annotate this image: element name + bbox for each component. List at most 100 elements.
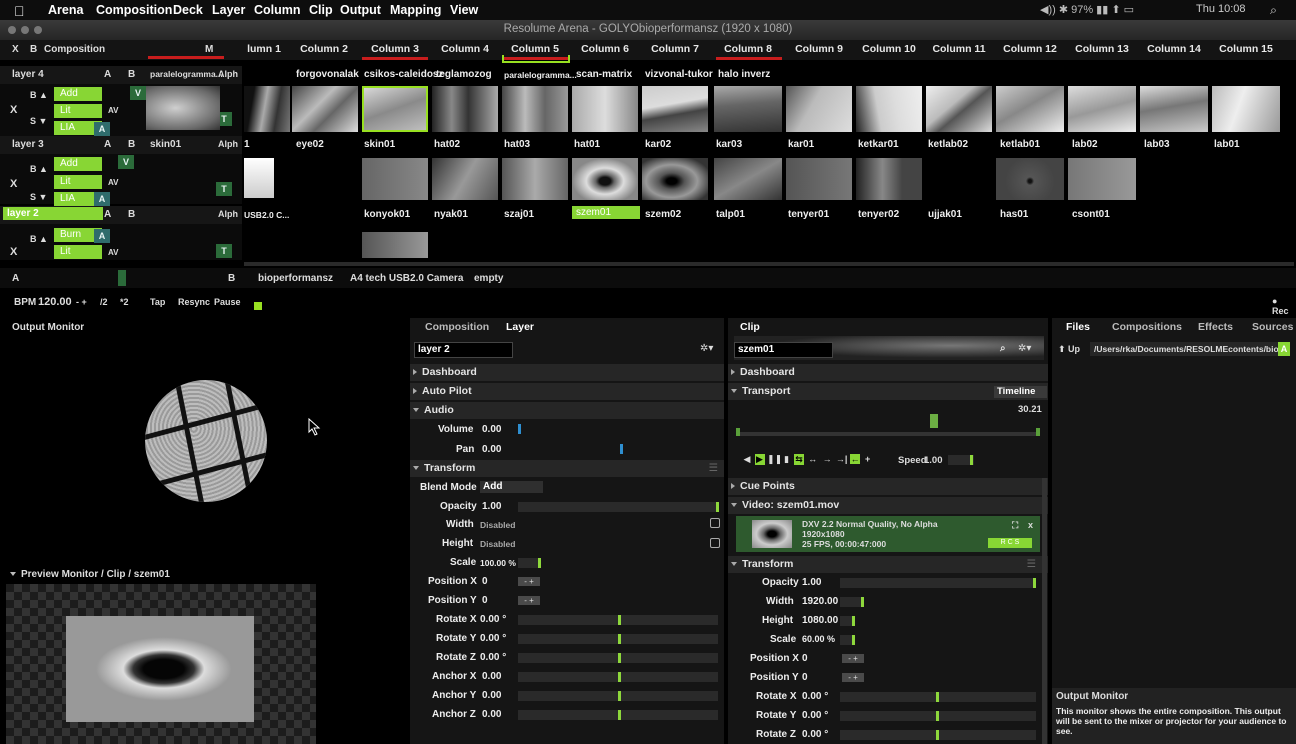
- opacity-slider[interactable]: [518, 502, 718, 512]
- column-header[interactable]: Column 11: [924, 40, 994, 60]
- clip-thumb[interactable]: [996, 158, 1064, 200]
- param-value[interactable]: 0.00 °: [480, 652, 506, 663]
- column-header[interactable]: Column 13: [1066, 40, 1138, 60]
- section-audio[interactable]: Audio: [410, 402, 724, 419]
- clip-thumb[interactable]: [786, 158, 852, 200]
- clip-label[interactable]: kar01: [788, 139, 814, 150]
- up-button[interactable]: ⬆ Up: [1058, 344, 1080, 355]
- rcs-buttons[interactable]: R C S: [988, 538, 1032, 548]
- tab-effects[interactable]: Effects: [1198, 321, 1233, 333]
- a-button[interactable]: A: [94, 229, 110, 243]
- param-value[interactable]: 0: [802, 672, 808, 683]
- layer-s-toggle[interactable]: S ▼: [30, 116, 47, 126]
- clip-label[interactable]: kar03: [716, 139, 742, 150]
- param-value[interactable]: 100.00 %: [480, 558, 516, 568]
- section-autopilot[interactable]: Auto Pilot: [410, 383, 724, 400]
- clip-label[interactable]: hat03: [504, 139, 530, 150]
- eye-thumb[interactable]: [642, 158, 708, 200]
- clip-label[interactable]: has01: [1000, 209, 1028, 220]
- deck-tab[interactable]: A4 tech USB2.0 Camera: [350, 273, 463, 284]
- deck-tab[interactable]: empty: [474, 273, 503, 284]
- position-x-stepper[interactable]: - +: [842, 654, 864, 663]
- column-header[interactable]: Column 2: [290, 40, 358, 60]
- transport-controls[interactable]: ◀ ▶ ❚❚ ▮ ⇆ ↔ → →| ← +: [742, 454, 873, 465]
- section-cue-points[interactable]: Cue Points: [728, 478, 1048, 495]
- layer-b-button[interactable]: B: [128, 209, 135, 220]
- param-value[interactable]: 0.00: [482, 444, 501, 455]
- clip-label-active[interactable]: szem01: [572, 206, 640, 219]
- clip-thumb[interactable]: [362, 232, 428, 258]
- clip-label[interactable]: csikos-caleidosz: [364, 69, 443, 80]
- slider-knob[interactable]: [936, 730, 939, 740]
- param-value[interactable]: 60.00 %: [802, 634, 835, 644]
- param-value[interactable]: 0.00: [482, 709, 501, 720]
- clip-label[interactable]: kar02: [645, 139, 671, 150]
- timeline-select[interactable]: Timeline: [994, 386, 1047, 398]
- slider-knob[interactable]: [618, 691, 621, 701]
- slider-knob[interactable]: [618, 653, 621, 663]
- height-checkbox[interactable]: [710, 538, 720, 548]
- clip-thumb[interactable]: [856, 86, 922, 132]
- tab-clip[interactable]: Clip: [740, 321, 760, 333]
- clip-label[interactable]: eye02: [296, 139, 324, 150]
- clip-thumb[interactable]: [244, 86, 290, 132]
- clip-thumb[interactable]: [786, 86, 852, 132]
- crossfader-b[interactable]: B: [228, 273, 235, 284]
- clip-thumb[interactable]: [1140, 86, 1208, 132]
- clip-label[interactable]: halo inverz: [718, 69, 770, 80]
- clip-label[interactable]: forgovonalak: [296, 69, 359, 80]
- menu-output[interactable]: Output: [340, 3, 381, 17]
- tab-compositions[interactable]: Compositions: [1112, 321, 1182, 333]
- column-header[interactable]: Column 9: [784, 40, 854, 60]
- param-value[interactable]: 1920.00: [802, 596, 838, 607]
- column-header[interactable]: Column 4: [430, 40, 500, 60]
- param-value[interactable]: 0: [482, 595, 488, 606]
- position-y-stepper[interactable]: - +: [518, 596, 540, 605]
- param-value[interactable]: 0.00 °: [480, 614, 506, 625]
- preview-monitor-view[interactable]: [66, 616, 254, 722]
- menu-view[interactable]: View: [450, 3, 478, 17]
- bpm-nudge[interactable]: - +: [76, 297, 87, 307]
- layer-b-toggle[interactable]: B ▲: [30, 164, 48, 174]
- layer-b-button[interactable]: B: [128, 69, 135, 80]
- param-value[interactable]: 0.00 °: [480, 633, 506, 644]
- layer-alpha[interactable]: Alph: [218, 209, 238, 219]
- clip-label[interactable]: szem02: [645, 209, 681, 220]
- layer-x-button[interactable]: X: [10, 246, 17, 258]
- param-value[interactable]: 1.00: [482, 501, 501, 512]
- clip-gear-icon[interactable]: ✲▾: [1018, 343, 1031, 354]
- clip-thumb[interactable]: [996, 86, 1064, 132]
- param-value[interactable]: 0.00 °: [802, 729, 828, 740]
- horizontal-scrollbar[interactable]: [244, 262, 1294, 266]
- clip-label[interactable]: ketkar01: [858, 139, 899, 150]
- a-button[interactable]: A: [94, 192, 110, 206]
- spotlight-icon[interactable]: ⌕: [1270, 3, 1277, 18]
- pan-slider[interactable]: [620, 444, 623, 454]
- clip-label[interactable]: vizvonal-tukor: [645, 69, 713, 80]
- clip-label[interactable]: tenyer02: [858, 209, 899, 220]
- layer-x-button[interactable]: X: [10, 104, 17, 116]
- clip-label[interactable]: paralelogramma...: [504, 70, 577, 80]
- v-button[interactable]: V: [130, 86, 146, 100]
- column-header[interactable]: Column 12: [994, 40, 1066, 60]
- auto-button[interactable]: A: [1278, 342, 1290, 356]
- clip-label[interactable]: hat02: [434, 139, 460, 150]
- camera-thumb[interactable]: [244, 158, 274, 198]
- clip-thumb[interactable]: [572, 86, 638, 132]
- clip-label[interactable]: scan-matrix: [576, 69, 632, 80]
- param-value[interactable]: 0.00: [482, 690, 501, 701]
- slider-knob[interactable]: [618, 615, 621, 625]
- blend-mode-button[interactable]: Add: [54, 157, 102, 171]
- layer-a-button[interactable]: A: [104, 139, 111, 150]
- slider-knob[interactable]: [716, 502, 719, 512]
- lit-button[interactable]: Lit: [54, 175, 102, 189]
- column-header[interactable]: Column 7: [640, 40, 710, 60]
- clip-label[interactable]: csont01: [1072, 209, 1110, 220]
- menu-clip[interactable]: Clip: [309, 3, 333, 17]
- param-value[interactable]: 0.00 °: [802, 710, 828, 721]
- bpm-value[interactable]: 120.00: [38, 296, 72, 308]
- layer-gear-icon[interactable]: ✲▾: [700, 343, 713, 354]
- clip-thumb[interactable]: [856, 158, 922, 200]
- clip-thumb[interactable]: [502, 158, 568, 200]
- timeline-bar[interactable]: [736, 432, 1040, 436]
